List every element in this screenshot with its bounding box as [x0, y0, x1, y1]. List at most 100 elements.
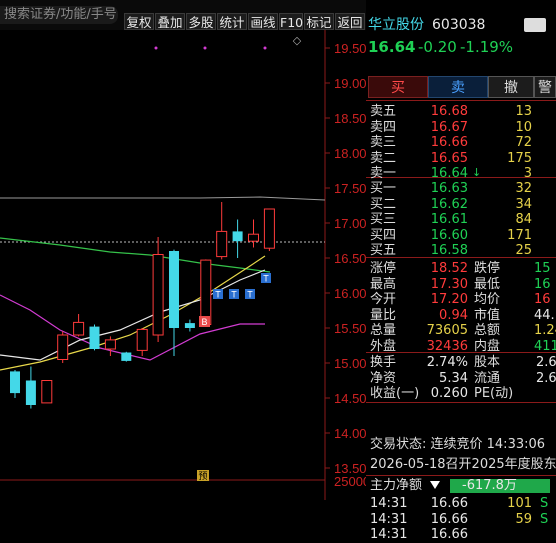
- t-marker-label: T: [247, 290, 253, 300]
- stock-name: 华立股份: [368, 17, 424, 33]
- alert-button[interactable]: 警: [534, 76, 556, 98]
- statistics-button[interactable]: 统计: [217, 13, 247, 30]
- ask-label: 卖四: [370, 119, 397, 135]
- bid-price: 16.60: [430, 227, 468, 243]
- ask-price: 16.66: [430, 135, 468, 150]
- kline-chart-svg: T T TT B 预 ◇ 19.5019.0018.5018.0017.5017.0…: [0, 30, 370, 500]
- candle-body[interactable]: [57, 334, 69, 360]
- bid-row: 买一 16.63 32: [366, 181, 556, 197]
- stat-label: 跌停: [474, 261, 501, 276]
- ask-price: 16.67: [430, 119, 468, 135]
- ask-label: 卖五: [370, 104, 397, 119]
- candle-body[interactable]: [184, 323, 195, 328]
- candle-body[interactable]: [104, 339, 116, 350]
- tick-side: S: [540, 511, 549, 527]
- bid-volume: 32: [515, 181, 532, 196]
- search-input[interactable]: 搜索证券/功能/手号: [0, 6, 118, 24]
- stat-row: 涨停 18.52 跌停 15: [366, 261, 556, 277]
- price-tick-label: 14.00: [334, 426, 366, 441]
- price-change: -0.20: [418, 38, 457, 56]
- sell-button[interactable]: 卖: [428, 76, 488, 98]
- announcement-notice[interactable]: 2026-05-18召开2025年度股东: [366, 457, 556, 473]
- event-dot: [154, 46, 158, 50]
- fundamental-label: 股本: [474, 355, 501, 370]
- candle-body[interactable]: [41, 380, 53, 404]
- stat-row: 最高 17.30 最低 16: [366, 277, 556, 293]
- candle-body[interactable]: [232, 231, 243, 242]
- multi-stock-button[interactable]: 多股: [186, 13, 216, 30]
- tick-time: 14:31: [370, 496, 408, 511]
- kline-chart[interactable]: TTTT B 预 ◇ 19.50 19.00 18.50 18.00 17.50 17.0…: [0, 30, 370, 500]
- trade-status: 交易状态: 连续竞价 14:33:06: [370, 437, 546, 452]
- bid-label: 买一: [370, 181, 397, 196]
- ask-row: 卖三 16.66 72: [366, 135, 556, 151]
- stat-label: 量比: [370, 307, 397, 323]
- price-tick-label: 18.50: [334, 111, 366, 126]
- back-button[interactable]: 返回: [335, 13, 365, 30]
- candle-body[interactable]: [169, 251, 179, 328]
- f10-button[interactable]: F10: [279, 13, 303, 30]
- mark-button[interactable]: 标记: [304, 13, 334, 30]
- upper-band-line: [0, 196, 326, 201]
- bid-label: 买五: [370, 243, 397, 258]
- candle-body[interactable]: [73, 321, 85, 336]
- stock-header: 华立股份 603038: [366, 16, 556, 34]
- stat-label: 内盘: [474, 338, 501, 354]
- caret-down-icon[interactable]: [430, 481, 440, 489]
- fuquan-button[interactable]: 复权: [124, 13, 154, 30]
- candle-body[interactable]: [200, 259, 212, 326]
- menu-icon[interactable]: [524, 18, 546, 32]
- stock-code: 603038: [432, 17, 486, 33]
- stat-label: 外盘: [370, 338, 397, 354]
- bid-volume: 84: [515, 212, 532, 227]
- arrow-down-icon: ↓: [472, 166, 482, 179]
- stat-value: 17.30: [430, 276, 468, 292]
- stat-label: 总额: [474, 323, 501, 338]
- bid-price: 16.58: [430, 243, 468, 258]
- stat-value: 15: [534, 261, 551, 276]
- candle-body[interactable]: [89, 326, 100, 349]
- candle-body[interactable]: [25, 380, 36, 406]
- bid-volume: 171: [507, 227, 532, 243]
- fundamental-value: 5.34: [439, 370, 468, 386]
- ask-price: 16.68: [430, 104, 468, 119]
- fundamental-value: 2.6: [536, 355, 556, 370]
- candle-body[interactable]: [248, 233, 259, 242]
- fundamental-row: 净资 5.34 流通 2.6: [366, 371, 556, 387]
- fundamental-value: 2.74%: [426, 355, 468, 370]
- ask-row: 卖一 16.64 3: [366, 166, 556, 182]
- stat-label: 最高: [370, 276, 397, 292]
- stat-value: 0.94: [439, 307, 468, 323]
- candle-body[interactable]: [136, 328, 148, 351]
- diamond-icon[interactable]: ◇: [293, 34, 302, 47]
- ask-label: 卖二: [370, 150, 397, 166]
- stat-label: 最低: [474, 276, 501, 292]
- cancel-order-button[interactable]: 撤: [488, 76, 534, 98]
- candle-body[interactable]: [121, 352, 132, 361]
- tick-time: 14:31: [370, 527, 408, 542]
- buy-button[interactable]: 买: [368, 76, 428, 98]
- stat-value: 411: [534, 338, 556, 354]
- tick-row: 14:31 16.66: [366, 527, 556, 543]
- bid-label: 买四: [370, 227, 397, 243]
- stat-label: 涨停: [370, 261, 397, 276]
- bid-volume: 34: [515, 196, 532, 212]
- stat-value: 32436: [426, 338, 468, 354]
- candle-body[interactable]: [263, 208, 275, 249]
- overlay-button[interactable]: 叠加: [155, 13, 185, 30]
- stat-value: 18.52: [430, 261, 468, 276]
- candle-body[interactable]: [216, 230, 228, 258]
- tick-price: 16.66: [430, 511, 468, 527]
- tick-volume: 101: [507, 496, 532, 511]
- candle-body[interactable]: [152, 254, 164, 336]
- candle-body[interactable]: [10, 371, 20, 394]
- price-tick-label: 18.00: [334, 146, 366, 161]
- stat-value: 73605: [426, 323, 468, 338]
- draw-line-button[interactable]: 画线: [248, 13, 278, 30]
- main-flow-value: -617.8万: [462, 478, 517, 493]
- tick-price: 16.66: [430, 527, 468, 542]
- fundamental-label: 流通: [474, 370, 501, 386]
- price-tick-label: 15.00: [334, 356, 366, 371]
- price-tick-label: 17.00: [334, 216, 366, 231]
- t-marker-label: T: [215, 290, 221, 300]
